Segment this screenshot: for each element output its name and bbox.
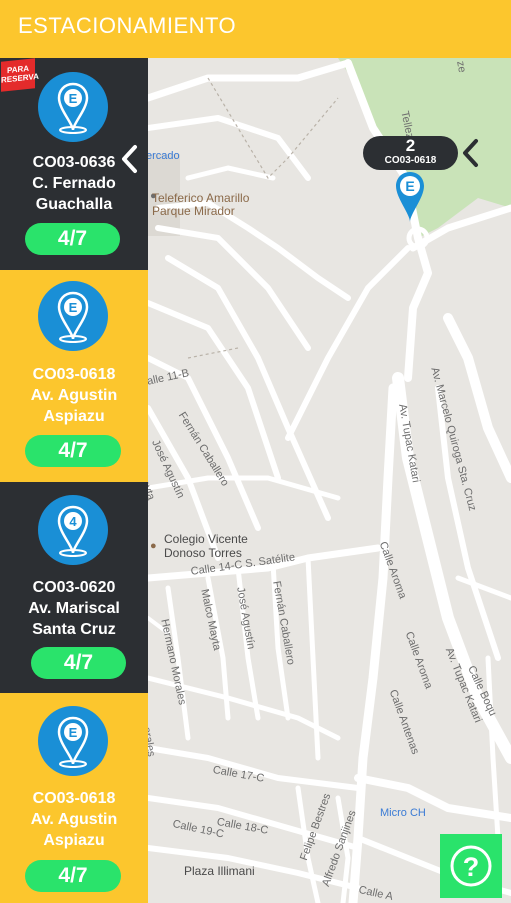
parking-street-line1: C. Fernado bbox=[32, 175, 116, 192]
map-label-micro-ch: Micro CH bbox=[380, 807, 426, 819]
reserve-badge: PARA RESERVA bbox=[1, 58, 39, 92]
svg-text:E: E bbox=[405, 178, 414, 194]
help-icon: ? bbox=[450, 845, 492, 887]
map-label-ze: ze bbox=[454, 60, 469, 74]
map-marker-code: CO03-0618 bbox=[384, 155, 437, 166]
parking-card-3[interactable]: 4 CO03-0620 Av. Mariscal Santa Cruz 4/7 bbox=[0, 482, 148, 693]
parking-card-1[interactable]: PARA RESERVA E CO03-0636 C. Fernado Guac… bbox=[0, 58, 148, 270]
parking-pin-icon: 4 bbox=[38, 495, 108, 565]
parking-pin-icon: E bbox=[38, 706, 108, 776]
parking-list[interactable]: PARA RESERVA E CO03-0636 C. Fernado Guac… bbox=[0, 58, 148, 903]
availability-pill: 4/7 bbox=[25, 223, 120, 255]
help-button[interactable]: ? bbox=[440, 834, 502, 898]
map-label-plaza-illimani: Plaza Illimani bbox=[184, 864, 255, 878]
parking-street-line2: Guachalla bbox=[35, 196, 113, 213]
map-label-donoso-torres: Donoso Torres bbox=[164, 546, 242, 560]
availability-pill: 4/7 bbox=[25, 860, 121, 892]
svg-text:E: E bbox=[69, 91, 78, 106]
parking-pin-icon[interactable]: E bbox=[394, 170, 426, 224]
parking-street-line2: Aspiazu bbox=[43, 408, 105, 425]
parking-street-line2: Aspiazu bbox=[43, 832, 105, 849]
map-roads bbox=[148, 58, 511, 903]
parking-street-line1: Av. Agustin bbox=[30, 811, 118, 828]
help-symbol: ? bbox=[463, 852, 480, 882]
parking-street-line2: Santa Cruz bbox=[32, 621, 116, 638]
map-marker-count: 2 bbox=[405, 136, 416, 155]
parking-code: CO03-0620 bbox=[32, 579, 116, 596]
app-header: ESTACIONAMIENTO bbox=[0, 0, 511, 58]
parking-pin-icon: E bbox=[38, 281, 108, 351]
map-label-colegio-vicente: Colegio Vicente bbox=[164, 532, 248, 546]
parking-pin-icon: E bbox=[38, 72, 108, 142]
app-title: ESTACIONAMIENTO bbox=[18, 13, 237, 38]
school-icon: ● bbox=[150, 540, 157, 552]
availability-pill: 4/7 bbox=[31, 647, 126, 679]
map-view[interactable]: ercado ● Teleferico Amarillo Parque Mira… bbox=[148, 58, 511, 903]
parking-street-line1: Av. Mariscal bbox=[28, 600, 120, 617]
parking-code: CO03-0618 bbox=[32, 790, 116, 807]
map-marker-cluster[interactable]: 2 CO03-0618 bbox=[363, 136, 458, 170]
svg-text:E: E bbox=[69, 725, 78, 740]
parking-street-line1: Av. Agustin bbox=[30, 387, 118, 404]
parking-code: CO03-0636 bbox=[32, 154, 116, 171]
parking-code: CO03-0618 bbox=[32, 366, 116, 383]
parking-card-2[interactable]: E CO03-0618 Av. Agustin Aspiazu 4/7 bbox=[0, 270, 148, 482]
pin-number: 4 bbox=[69, 514, 77, 529]
svg-text:E: E bbox=[69, 300, 78, 315]
map-label-parque-mirador: Parque Mirador bbox=[152, 204, 235, 218]
availability-pill: 4/7 bbox=[25, 435, 121, 467]
map-label-teleferico: Teleferico Amarillo bbox=[152, 191, 250, 205]
map-label-mercado: ercado bbox=[148, 150, 180, 162]
parking-card-4[interactable]: E CO03-0618 Av. Agustin Aspiazu 4/7 bbox=[0, 693, 148, 903]
chevron-left-icon[interactable] bbox=[460, 138, 482, 168]
